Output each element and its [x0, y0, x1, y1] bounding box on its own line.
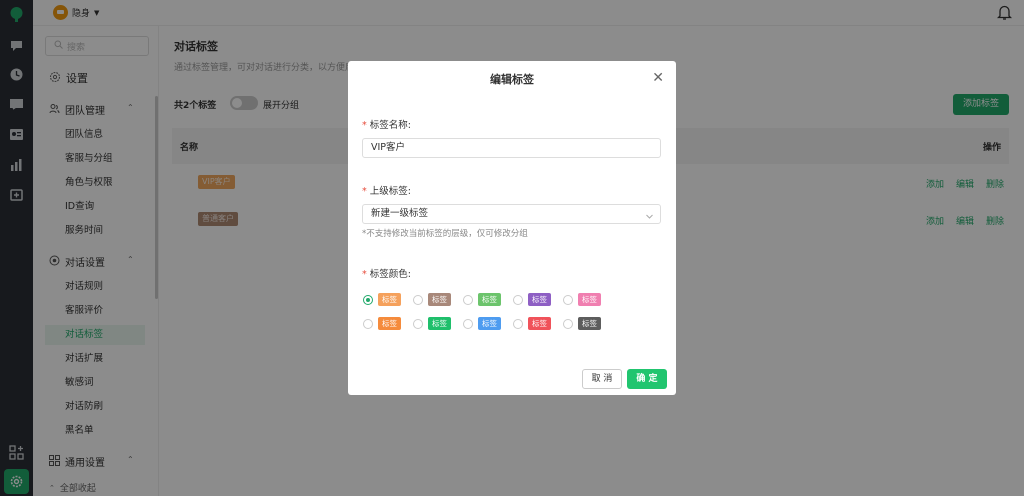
parent-tag-hint: *不支持修改当前标签的层级，仅可修改分组: [362, 229, 528, 239]
color-option[interactable]: 标签: [413, 317, 451, 330]
tag-color-label-text: 标签颜色:: [369, 269, 411, 280]
radio[interactable]: [513, 318, 523, 329]
color-chip: 标签: [428, 293, 451, 306]
color-chip: 标签: [478, 317, 501, 330]
radio[interactable]: [413, 318, 423, 329]
color-option[interactable]: 标签: [363, 317, 401, 330]
parent-tag-label: * 上级标签:: [362, 183, 411, 197]
tag-color-label: * 标签颜色:: [362, 266, 411, 280]
radio[interactable]: [413, 294, 423, 305]
parent-tag-select[interactable]: 新建一级标签: [362, 204, 661, 224]
required-mark: *: [362, 186, 367, 197]
color-chip: 标签: [478, 293, 501, 306]
color-chip: 标签: [578, 293, 601, 306]
color-option[interactable]: 标签: [363, 293, 401, 306]
required-mark: *: [362, 269, 367, 280]
close-icon[interactable]: ✕: [652, 71, 664, 85]
radio[interactable]: [463, 294, 473, 305]
parent-tag-label-text: 上级标签:: [369, 186, 411, 197]
required-mark: *: [362, 120, 367, 131]
modal-title: 编辑标签: [490, 73, 534, 86]
color-chip: 标签: [428, 317, 451, 330]
color-chip: 标签: [528, 293, 551, 306]
color-option[interactable]: 标签: [463, 317, 501, 330]
color-option[interactable]: 标签: [563, 293, 601, 306]
color-chip: 标签: [528, 317, 551, 330]
color-chip: 标签: [378, 317, 401, 330]
confirm-button[interactable]: 确 定: [627, 369, 667, 389]
tag-name-label: * 标签名称:: [362, 117, 411, 131]
radio[interactable]: [363, 318, 373, 329]
cancel-button[interactable]: 取 消: [582, 369, 622, 389]
tag-name-label-text: 标签名称:: [369, 120, 411, 131]
radio[interactable]: [463, 318, 473, 329]
color-option[interactable]: 标签: [463, 293, 501, 306]
color-option[interactable]: 标签: [513, 293, 551, 306]
color-chip: 标签: [578, 317, 601, 330]
radio[interactable]: [513, 294, 523, 305]
radio[interactable]: [563, 318, 573, 329]
chevron-down-icon: [645, 210, 654, 228]
color-chip: 标签: [378, 293, 401, 306]
edit-tag-modal: 编辑标签 ✕ * 标签名称: VIP客户 * 上级标签: 新建一级标签 *不支持修改…: [348, 61, 676, 395]
radio[interactable]: [563, 294, 573, 305]
parent-tag-value: 新建一级标签: [371, 208, 429, 219]
color-option[interactable]: 标签: [513, 317, 551, 330]
tag-name-input[interactable]: VIP客户: [362, 138, 661, 158]
radio-selected[interactable]: [363, 294, 373, 305]
color-option[interactable]: 标签: [413, 293, 451, 306]
color-option[interactable]: 标签: [563, 317, 601, 330]
